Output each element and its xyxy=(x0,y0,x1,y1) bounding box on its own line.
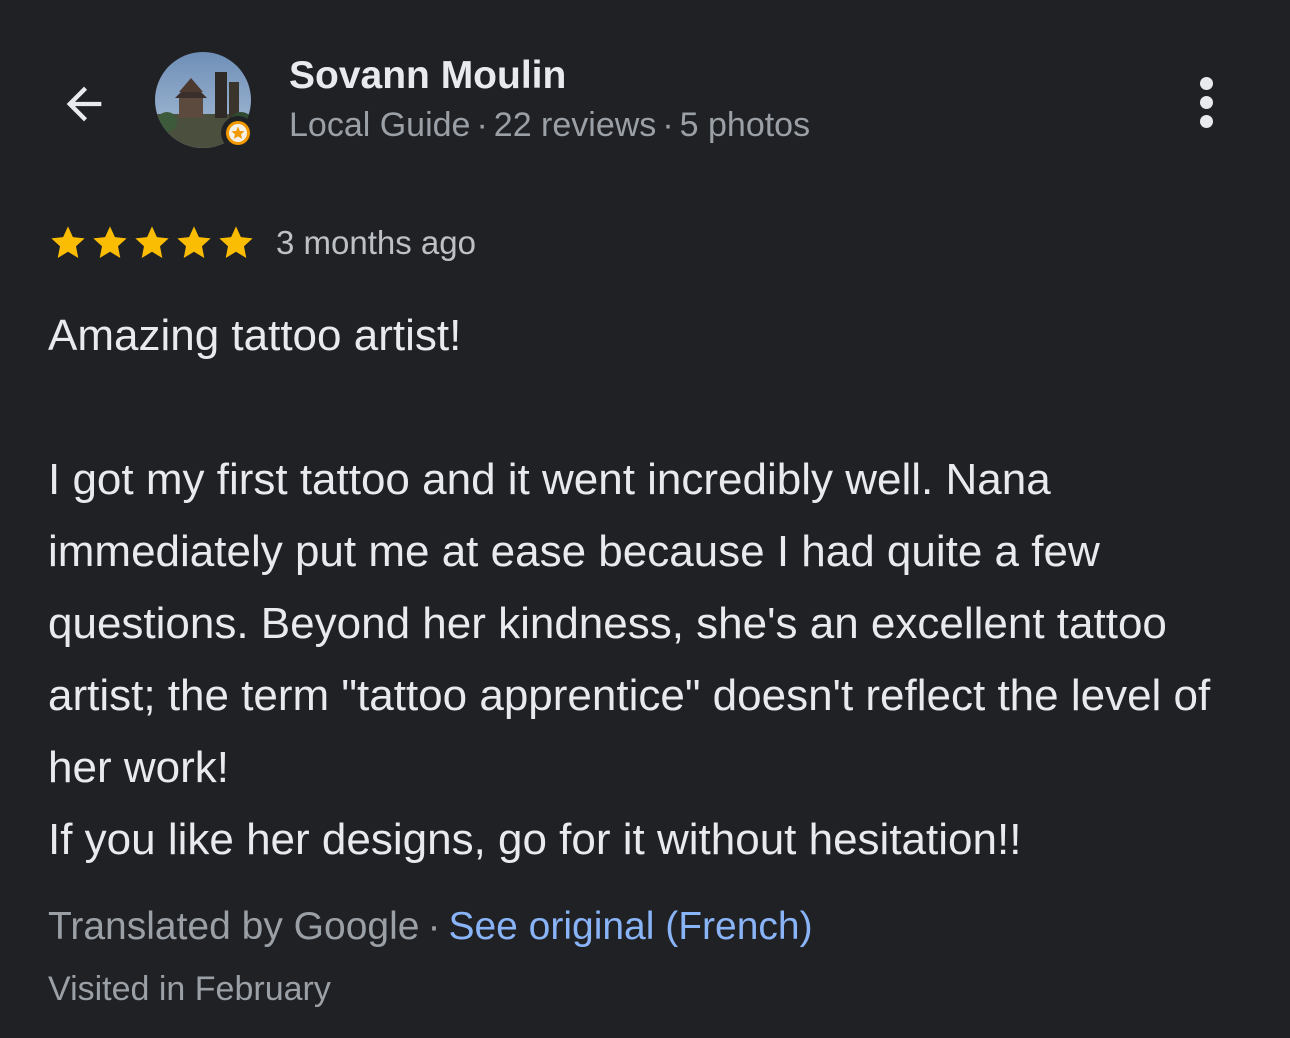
rating-row: 3 months ago xyxy=(48,220,476,266)
review-header: Sovann Moulin Local Guide · 22 reviews · 5 p… xyxy=(0,0,1290,190)
back-arrow-icon xyxy=(66,86,102,122)
review-text: Amazing tattoo artist! I got my first ta… xyxy=(48,300,1258,876)
reviewer-meta: Local Guide · 22 reviews · 5 photos xyxy=(289,106,810,145)
meta-separator: · xyxy=(476,106,488,144)
review-paragraph-1: I got my first tattoo and it went incred… xyxy=(48,455,1211,792)
photos-count: 5 photos xyxy=(679,106,811,144)
see-original-link[interactable]: See original (French) xyxy=(448,905,812,948)
more-vert-icon-dot xyxy=(1199,95,1213,109)
reviewer-name[interactable]: Sovann Moulin xyxy=(289,54,566,98)
more-options-button[interactable] xyxy=(1180,70,1232,134)
star-icon xyxy=(219,226,253,258)
reviews-count: 22 reviews xyxy=(493,106,657,144)
star-rating xyxy=(48,223,258,263)
review-headline: Amazing tattoo artist! xyxy=(48,311,462,360)
more-vert-icon xyxy=(1199,76,1213,90)
star-icon xyxy=(135,226,169,258)
more-vert-icon-dot xyxy=(1199,114,1213,128)
star-icon xyxy=(93,226,127,258)
translation-separator: · xyxy=(427,905,441,948)
review-date: 3 months ago xyxy=(276,224,476,261)
local-guide-label: Local Guide xyxy=(289,106,471,144)
translated-by-label: Translated by Google xyxy=(48,905,420,948)
local-guide-badge-icon xyxy=(226,121,250,145)
star-icon xyxy=(177,226,211,258)
reviewer-avatar[interactable] xyxy=(155,52,255,152)
star-icon xyxy=(51,226,85,258)
translation-row: Translated by Google · See original (Frenc… xyxy=(48,905,813,949)
back-button[interactable] xyxy=(52,72,116,136)
local-guide-badge xyxy=(221,116,255,150)
review-paragraph-2: If you like her designs, go for it witho… xyxy=(48,815,1022,864)
meta-separator: · xyxy=(662,106,674,144)
visited-date: Visited in February xyxy=(48,970,331,1008)
